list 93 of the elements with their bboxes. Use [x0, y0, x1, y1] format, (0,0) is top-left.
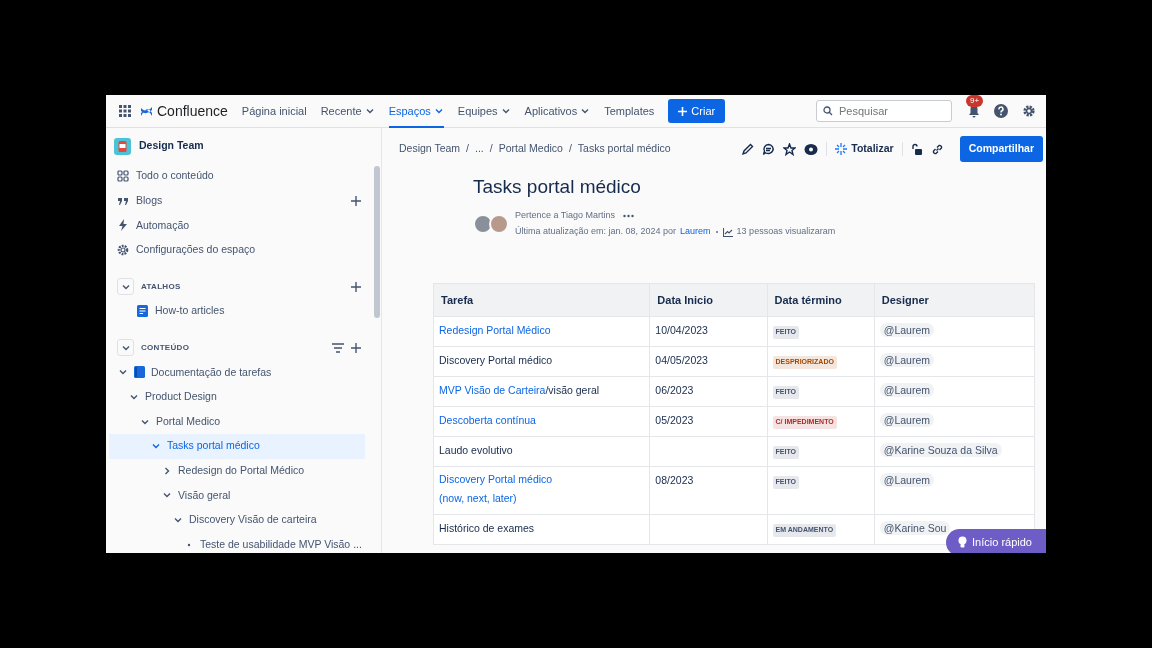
plus-icon: [678, 106, 688, 116]
breadcrumb-separator: /: [568, 141, 572, 157]
sidebar-item[interactable]: Todo o conteúdo: [109, 164, 381, 189]
user-mention[interactable]: @Laurem: [879, 353, 934, 368]
chevron-down-icon: [173, 515, 183, 525]
filter-icon[interactable]: [332, 342, 344, 353]
more-icon[interactable]: [623, 213, 635, 218]
user-mention[interactable]: @Laurem: [879, 383, 934, 398]
user-mention[interactable]: @Laurem: [879, 473, 934, 488]
task-text: Histórico de exames: [439, 522, 535, 535]
search-field[interactable]: Pesquisar: [816, 100, 952, 122]
breadcrumb-link[interactable]: Design Team: [399, 141, 461, 157]
sidebar-item[interactable]: Automação: [109, 213, 381, 238]
column-header: Tarefa: [433, 283, 650, 317]
collapse-button[interactable]: [117, 278, 134, 296]
user-mention[interactable]: @Laurem: [879, 413, 934, 428]
tree-item[interactable]: Redesign do Portal Médico: [109, 458, 365, 484]
date-text: 10/04/2023: [655, 324, 708, 337]
breadcrumb-link[interactable]: ...: [475, 141, 484, 157]
tree-item[interactable]: Tasks portal médico: [109, 433, 365, 459]
breadcrumb-link[interactable]: Portal Medico: [498, 141, 563, 157]
nav-tab[interactable]: Espaços: [388, 95, 444, 128]
tree-item[interactable]: Discovery Visão de carteira: [109, 507, 365, 533]
page-title: Tasks portal médico: [473, 176, 642, 199]
sparkle-icon: [835, 143, 848, 155]
plus-icon[interactable]: [351, 195, 361, 206]
nav-tab[interactable]: Templates: [604, 95, 655, 128]
tree-item[interactable]: Portal Medico: [109, 409, 365, 434]
lightbulb-icon: [958, 536, 968, 549]
share-button[interactable]: Compartilhar: [959, 136, 1043, 162]
unlock-icon[interactable]: [910, 142, 923, 156]
pencil-icon[interactable]: [741, 142, 755, 156]
quick-start-button[interactable]: Início rápido: [946, 529, 1046, 553]
breadcrumb-link[interactable]: Tasks portal médico: [577, 141, 671, 157]
column-header: Data término: [767, 283, 875, 317]
column-header: Data Inicio: [649, 283, 768, 317]
date-text: 05/2023: [655, 414, 694, 427]
nav-tab[interactable]: Aplicativos: [524, 95, 591, 128]
sidebar-item[interactable]: Blogs: [109, 188, 381, 214]
settings-icon[interactable]: [1022, 104, 1036, 118]
shortcut-item[interactable]: How-to articles: [109, 298, 381, 324]
star-icon[interactable]: [783, 142, 797, 156]
tree-item[interactable]: Documentação de tarefas: [109, 360, 365, 385]
help-icon[interactable]: [994, 104, 1008, 118]
task-text: Laudo evolutivo: [439, 444, 513, 457]
author-link[interactable]: Laurem: [680, 225, 711, 239]
sidebar-item[interactable]: Configurações do espaço: [109, 237, 381, 263]
breadcrumb-separator: /: [466, 141, 469, 157]
app-switcher-icon[interactable]: [118, 104, 132, 118]
grid-icon: [117, 170, 129, 183]
nav-tab[interactable]: Equipes: [457, 95, 511, 128]
create-button[interactable]: Criar: [668, 98, 726, 124]
chevron-right-icon: [162, 465, 172, 476]
notification-badge: 9+: [966, 95, 984, 107]
plus-icon[interactable]: [351, 281, 361, 292]
lightning-icon: [117, 219, 129, 232]
user-mention[interactable]: @Karine Sou: [879, 521, 951, 536]
task-text: /visão geral: [545, 384, 600, 397]
views-text: 13 pessoas visualizaram: [736, 225, 836, 239]
owner-text: Pertence a Tiago Martins: [515, 208, 616, 222]
document-icon: [137, 305, 148, 318]
nav-tab[interactable]: Página inicial: [241, 95, 307, 128]
summarize-button[interactable]: Totalizar: [835, 141, 894, 157]
collapse-button[interactable]: [117, 339, 134, 357]
eye-icon[interactable]: [804, 142, 819, 156]
tree-item[interactable]: Visão geral: [109, 483, 365, 508]
space-name[interactable]: Design Team: [139, 138, 204, 154]
scrollbar[interactable]: [374, 166, 380, 318]
tree-item[interactable]: Teste de usabilidade MVP Visão ...: [109, 532, 365, 553]
task-link[interactable]: MVP Visão de Carteira: [439, 384, 546, 397]
search-icon: [823, 106, 833, 116]
date-text: 06/2023: [655, 384, 694, 397]
column-header: Designer: [874, 283, 1035, 317]
app-name[interactable]: Confluence: [157, 100, 228, 122]
section-heading: CONTEÚDO: [141, 341, 191, 354]
task-text: Discovery Portal médico: [439, 354, 553, 367]
link-icon[interactable]: [930, 142, 944, 156]
date-text: 08/2023: [655, 474, 694, 487]
comment-icon[interactable]: [762, 142, 776, 156]
dot-icon: [714, 230, 719, 235]
settings-icon: [117, 244, 129, 257]
user-mention[interactable]: @Karine Souza da Silva: [879, 443, 1002, 458]
space-avatar-icon: [114, 137, 131, 155]
user-mention[interactable]: @Laurem: [879, 323, 934, 338]
date-text: 04/05/2023: [655, 354, 708, 367]
tree-item[interactable]: Product Design: [109, 384, 365, 410]
updated-text: Última atualização em: jan. 08, 2024 por: [515, 225, 677, 239]
nav-tab[interactable]: Recente: [320, 95, 375, 128]
breadcrumb-separator: /: [489, 141, 493, 157]
book-icon: [134, 366, 145, 379]
chart-icon: [722, 227, 733, 237]
plus-icon[interactable]: [351, 342, 361, 353]
section-heading: ATALHOS: [141, 280, 182, 293]
